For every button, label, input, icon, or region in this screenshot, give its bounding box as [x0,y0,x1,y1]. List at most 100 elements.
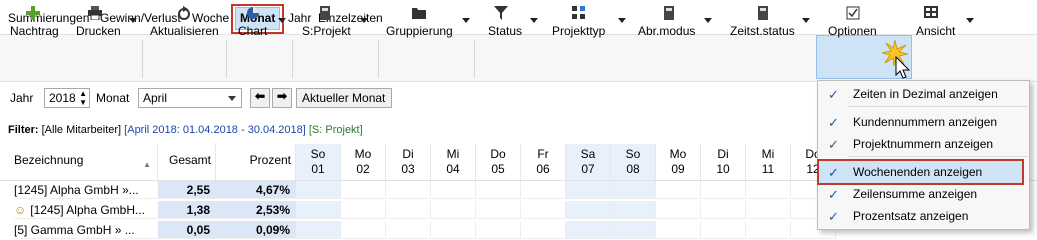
prev-month-button[interactable]: ⬅ [250,88,270,108]
ansicht-label: Ansicht [916,24,956,38]
day-cell[interactable] [611,221,656,239]
checkmark-icon: ✓ [828,115,839,130]
day-number-label: 01 [311,162,325,176]
day-column-header[interactable]: Sa 07 [566,144,611,180]
day-cell[interactable] [701,201,746,219]
menu-jahr[interactable]: Jahr [288,11,311,25]
day-cell[interactable] [746,201,791,219]
aktualisieren-label: Aktualisieren [150,24,219,38]
day-column-header[interactable]: Fr 06 [521,144,566,180]
option-item[interactable]: ✓ Prozentsatz anzeigen [818,206,1029,226]
col-gesamt-header[interactable]: Gesamt [158,144,216,180]
option-item[interactable]: ✓ Kundennummern anzeigen [818,112,1029,132]
option-label: Projektnummern anzeigen [853,137,994,151]
day-column-header[interactable]: Mi 11 [746,144,791,180]
day-cell[interactable] [431,181,476,199]
day-cell[interactable] [386,221,431,239]
arrow-left-icon: ⬅ [254,89,266,103]
option-item[interactable]: ✓ Zeilensumme anzeigen [818,184,1029,204]
day-cell[interactable] [746,221,791,239]
option-label: Kundennummern anzeigen [853,115,998,129]
weekday-label: Fr [537,147,549,161]
day-number-label: 11 [761,162,775,176]
menu-separator [848,106,1028,107]
day-cell[interactable] [476,181,521,199]
filter-project: [S: Projekt] [308,124,363,136]
chevron-down-icon[interactable] [530,18,538,23]
day-column-header[interactable]: Di 03 [386,144,431,180]
mouse-cursor-icon [895,56,911,79]
day-column-header[interactable]: Do 05 [476,144,521,180]
day-cell[interactable] [611,201,656,219]
day-cell[interactable] [341,201,386,219]
day-number-label: 10 [716,162,730,176]
sprojekt-label: S:Projekt [302,24,351,38]
chevron-down-icon[interactable] [228,96,236,101]
folder-icon [412,8,426,19]
day-cell[interactable] [476,221,521,239]
day-cell[interactable] [566,181,611,199]
col-bezeichnung-header[interactable]: Bezeichnung ▲ [0,144,158,180]
checkmark-icon: ✓ [828,187,839,202]
day-cell[interactable] [296,181,341,199]
chart-label: Chart [238,24,268,38]
option-item[interactable]: ✓ Wochenenden anzeigen [818,162,1029,182]
day-cell[interactable] [341,221,386,239]
day-cell[interactable] [296,221,341,239]
calculator-icon [664,6,674,20]
day-column-header[interactable]: So 08 [611,144,656,180]
day-cell[interactable] [296,201,341,219]
menu-gewinn-verlust[interactable]: Gewinn/Verlust [100,11,181,25]
weekday-label: Mo [669,147,687,161]
day-column-header[interactable]: So 01 [296,144,341,180]
day-cell[interactable] [431,221,476,239]
aktueller-monat-button[interactable]: Aktueller Monat [296,88,392,108]
day-number-label: 05 [491,162,505,176]
chevron-down-icon[interactable] [618,18,626,23]
chevron-down-icon[interactable] [278,18,286,23]
day-cell[interactable] [566,201,611,219]
day-column-header[interactable]: Mo 02 [341,144,386,180]
day-cell[interactable] [656,181,701,199]
day-cell[interactable] [386,201,431,219]
day-cell[interactable] [611,181,656,199]
filter-icon [494,6,508,20]
chevron-down-icon[interactable] [462,18,470,23]
option-label: Wochenenden anzeigen [853,165,983,179]
option-item[interactable]: ✓ Zeiten in Dezimal anzeigen [818,84,1029,104]
day-column-header[interactable]: Mo 09 [656,144,701,180]
weekday-label: Di [717,147,729,161]
col-prozent-header[interactable]: Prozent [216,144,296,180]
day-cell[interactable] [656,201,701,219]
checkbox-icon [846,6,860,20]
day-cell[interactable] [746,181,791,199]
day-cell[interactable] [521,221,566,239]
day-column-header[interactable]: Di 10 [701,144,746,180]
day-number-label: 04 [446,162,460,176]
day-cell[interactable] [521,181,566,199]
day-cell[interactable] [701,181,746,199]
day-cell[interactable] [701,221,746,239]
day-cell[interactable] [656,221,701,239]
jahr-input[interactable]: 2018 ▲ ▼ [44,88,90,108]
day-cell[interactable] [341,181,386,199]
day-cell[interactable] [521,201,566,219]
day-cell[interactable] [386,181,431,199]
chevron-down-icon[interactable] [360,18,368,23]
day-column-header[interactable]: Mi 04 [431,144,476,180]
chevron-down-icon[interactable] [704,18,712,23]
next-month-button[interactable]: ➡ [272,88,292,108]
monat-select[interactable]: April [138,88,242,108]
day-cell[interactable] [566,221,611,239]
status-label: Status [488,24,523,38]
day-cell[interactable] [431,201,476,219]
day-cell[interactable] [476,201,521,219]
chevron-down-icon[interactable] [802,18,810,23]
option-label: Prozentsatz anzeigen [853,209,969,223]
chevron-down-icon[interactable] [129,18,137,23]
option-item[interactable]: ✓ Projektnummern anzeigen [818,134,1029,154]
spinner-icon[interactable]: ▲ ▼ [79,89,87,107]
menu-woche[interactable]: Woche [192,11,229,25]
chevron-down-icon[interactable] [966,18,974,23]
menu-summierungen[interactable]: Summierungen [8,11,89,25]
